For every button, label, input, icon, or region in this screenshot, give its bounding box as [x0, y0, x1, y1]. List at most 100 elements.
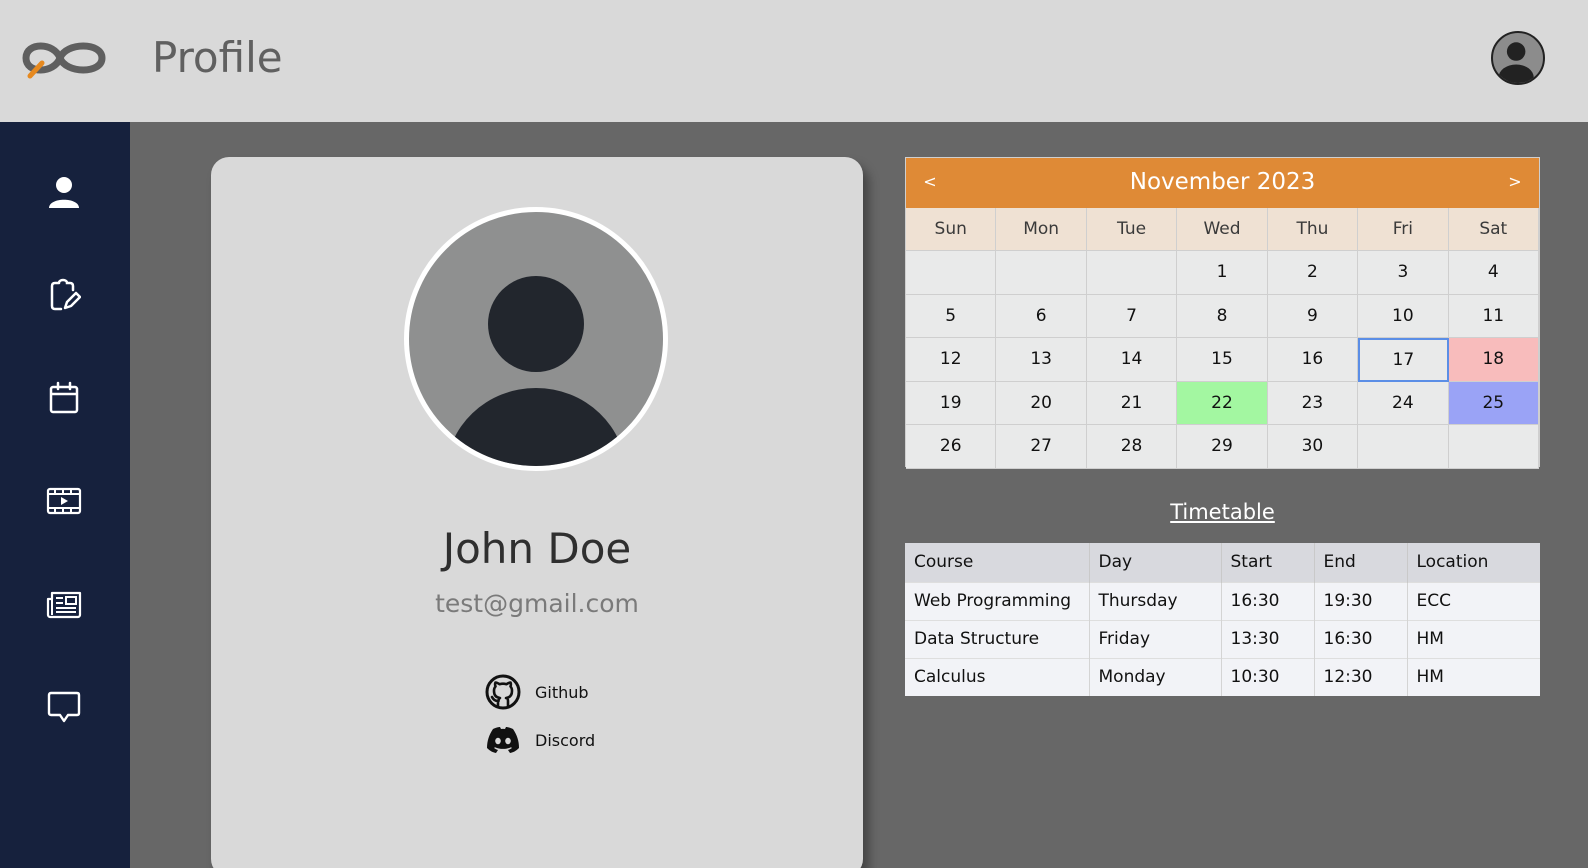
timetable-cell: HM [1407, 619, 1540, 658]
sidebar-item-calendar[interactable] [40, 374, 88, 422]
calendar-day-28[interactable]: 28 [1086, 425, 1178, 469]
weekday-header: Mon [996, 208, 1087, 251]
calendar-empty-cell [1448, 425, 1539, 469]
calendar-header: < November 2023 > [906, 158, 1539, 208]
newspaper-icon [46, 591, 82, 619]
edit-document-icon [50, 278, 81, 311]
calendar-day-4[interactable]: 4 [1448, 251, 1539, 295]
sidebar-item-messages[interactable] [40, 683, 88, 731]
timetable-header-row: Course Day Start End Location [905, 543, 1540, 582]
calendar-day-6[interactable]: 6 [996, 294, 1087, 338]
user-icon [49, 177, 79, 208]
profile-name: John Doe [442, 524, 632, 573]
timetable-cell: Data Structure [905, 619, 1090, 658]
timetable-cell: HM [1407, 657, 1540, 696]
timetable-title[interactable]: Timetable [905, 500, 1540, 524]
calendar-empty-cell [906, 251, 997, 295]
calendar-day-10[interactable]: 10 [1358, 294, 1449, 338]
calendar-day-26[interactable]: 26 [906, 425, 997, 469]
calendar-day-20[interactable]: 20 [996, 381, 1087, 425]
calendar-day-19[interactable]: 19 [906, 381, 997, 425]
discord-link[interactable]: Discord [485, 722, 595, 758]
calendar-icon [49, 381, 79, 414]
chat-icon [47, 691, 81, 723]
weekday-header: Sun [906, 208, 997, 251]
calendar-day-27[interactable]: 27 [996, 425, 1087, 469]
sidebar-item-videos[interactable] [40, 477, 88, 525]
discord-link-label: Discord [535, 730, 596, 750]
calendar-day-9[interactable]: 9 [1267, 294, 1359, 338]
calendar-day-30[interactable]: 30 [1267, 425, 1359, 469]
sidebar-item-news[interactable] [40, 580, 88, 628]
timetable-body: Web Programming Thursday 16:30 19:30 ECC Data… [905, 581, 1540, 696]
calendar-day-12[interactable]: 12 [906, 338, 997, 382]
timetable-row: Data Structure Friday 13:30 16:30 HM [905, 619, 1540, 658]
weekday-header: Sat [1448, 208, 1539, 251]
calendar-day-7[interactable]: 7 [1086, 294, 1178, 338]
app-logo[interactable] [20, 34, 108, 82]
page-title: Profile [152, 33, 283, 82]
timetable-column-header: End [1314, 543, 1408, 582]
timetable-cell: Web Programming [905, 581, 1090, 620]
calendar-day-1[interactable]: 1 [1177, 251, 1268, 295]
github-link[interactable]: Github [485, 674, 589, 710]
calendar-day-23[interactable]: 23 [1267, 381, 1359, 425]
discord-icon [487, 727, 519, 753]
calendar-grid: Sun Mon Tue Wed Thu Fri Sat 1 2 3 4 5 6 7 8 9 10 11 12 13 14… [906, 208, 1539, 469]
github-link-label: Github [535, 682, 589, 702]
timetable-cell: ECC [1407, 581, 1540, 620]
timetable-cell: Thursday [1089, 581, 1222, 620]
calendar-day-3[interactable]: 3 [1358, 251, 1449, 295]
calendar-empty-cell [1358, 425, 1449, 469]
timetable-cell: 12:30 [1314, 657, 1408, 696]
calendar-day-8[interactable]: 8 [1177, 294, 1268, 338]
timetable-cell: Monday [1089, 657, 1222, 696]
github-icon [485, 674, 521, 710]
timetable-cell: Calculus [905, 657, 1090, 696]
timetable: Course Day Start End Location Web Programmin… [905, 543, 1540, 696]
timetable-column-header: Course [905, 543, 1090, 582]
profile-photo [404, 207, 668, 471]
timetable-cell: Friday [1089, 619, 1222, 658]
video-icon [46, 487, 82, 515]
calendar-day-22[interactable]: 22 [1177, 381, 1268, 425]
calendar-day-14[interactable]: 14 [1086, 338, 1178, 382]
calendar-day-17[interactable]: 17 [1358, 338, 1449, 382]
timetable-column-header: Location [1407, 543, 1540, 582]
timetable-column-header: Start [1221, 543, 1315, 582]
profile-card: John Doe test@gmail.com Github Discord [211, 157, 863, 868]
calendar-empty-cell [1086, 251, 1178, 295]
calendar-day-11[interactable]: 11 [1448, 294, 1539, 338]
weekday-header: Fri [1358, 208, 1449, 251]
calendar-day-13[interactable]: 13 [996, 338, 1087, 382]
calendar-day-2[interactable]: 2 [1267, 251, 1359, 295]
calendar-empty-cell [996, 251, 1087, 295]
profile-email: test@gmail.com [435, 589, 639, 618]
calendar-day-21[interactable]: 21 [1086, 381, 1178, 425]
weekday-header: Thu [1267, 208, 1359, 251]
calendar: < November 2023 > Sun Mon Tue Wed Thu Fri Sat 1… [905, 157, 1540, 469]
timetable-cell: 16:30 [1221, 581, 1315, 620]
calendar-day-18[interactable]: 18 [1448, 338, 1539, 382]
calendar-day-24[interactable]: 24 [1358, 381, 1449, 425]
top-bar: Profile [0, 0, 1588, 122]
user-avatar-button[interactable] [1491, 31, 1545, 85]
user-avatar-icon [1498, 42, 1534, 83]
timetable-cell: 13:30 [1221, 619, 1315, 658]
calendar-day-25[interactable]: 25 [1448, 381, 1539, 425]
weekday-header: Tue [1086, 208, 1178, 251]
calendar-day-16[interactable]: 16 [1267, 338, 1359, 382]
sidebar-item-assignments[interactable] [40, 271, 88, 319]
calendar-next-button[interactable]: > [1503, 172, 1527, 191]
timetable-column-header: Day [1089, 543, 1222, 582]
sidebar [0, 122, 130, 868]
timetable-cell: 19:30 [1314, 581, 1408, 620]
calendar-month-title: November 2023 [1129, 169, 1316, 195]
timetable-cell: 10:30 [1221, 657, 1315, 696]
default-avatar-icon [446, 276, 626, 466]
calendar-day-29[interactable]: 29 [1177, 425, 1268, 469]
timetable-row: Calculus Monday 10:30 12:30 HM [905, 657, 1540, 696]
calendar-day-5[interactable]: 5 [906, 294, 997, 338]
calendar-day-15[interactable]: 15 [1177, 338, 1268, 382]
sidebar-item-profile[interactable] [40, 168, 88, 216]
